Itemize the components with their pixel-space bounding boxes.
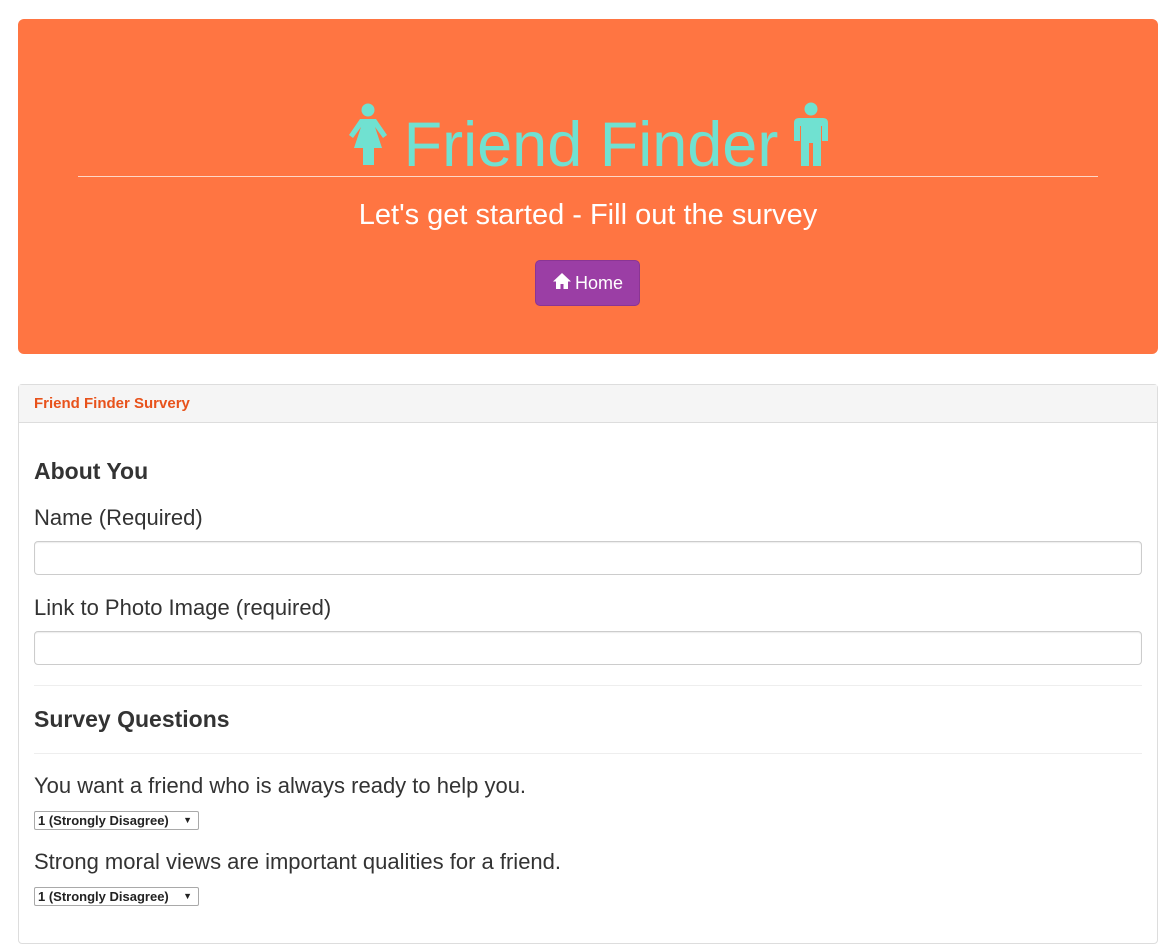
select-value: 1 (Strongly Disagree) [38,889,169,904]
about-you-heading: About You [34,458,149,484]
male-figure-icon [791,102,831,181]
home-icon [552,272,575,295]
question-label: You want a friend who is always ready to… [34,773,527,798]
female-figure-icon [345,103,391,180]
name-input[interactable] [34,541,1142,575]
survey-questions-heading: Survey Questions [34,706,230,732]
section-divider [34,753,1142,754]
photo-link-input[interactable] [34,631,1142,665]
chevron-down-icon: ▼ [183,815,192,825]
header-jumbotron: Friend Finder Let's get started - Fill o… [18,19,1158,354]
survey-panel: Friend Finder Survery About You Name (Re… [18,384,1158,944]
page-subtitle: Let's get started - Fill out the survey [358,199,818,231]
select-value: 1 (Strongly Disagree) [38,813,169,828]
photo-label: Link to Photo Image (required) [34,595,332,620]
question-label: Strong moral views are important qualiti… [34,849,562,874]
section-divider [34,685,1142,686]
header-divider [78,176,1098,177]
page-title: Friend Finder [18,102,1158,181]
home-button[interactable]: Home [535,260,640,306]
name-label: Name (Required) [34,505,203,530]
question-select[interactable]: 1 (Strongly Disagree) ▼ [34,887,199,906]
panel-heading: Friend Finder Survery [19,385,1157,423]
chevron-down-icon: ▼ [183,891,192,901]
question-select[interactable]: 1 (Strongly Disagree) ▼ [34,811,199,830]
title-text: Friend Finder [403,110,779,181]
home-button-label: Home [574,272,623,293]
